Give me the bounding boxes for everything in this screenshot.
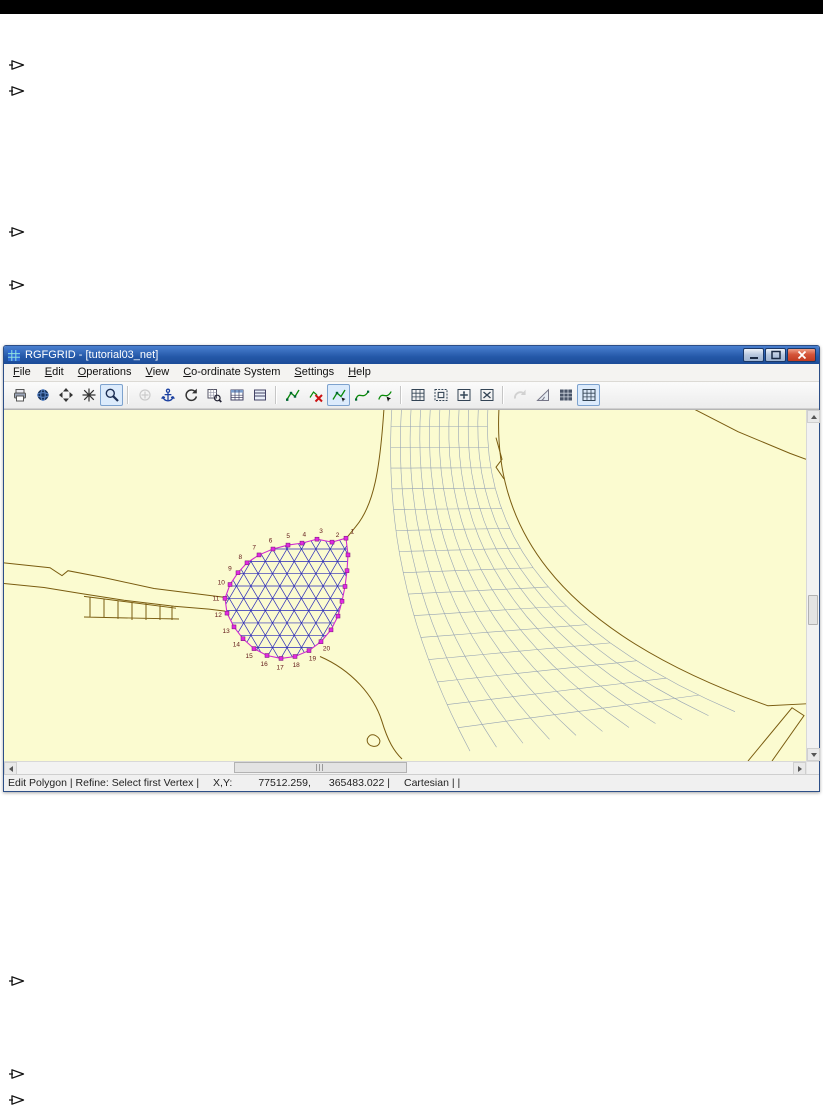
page-top-bar <box>0 0 823 14</box>
horizontal-scroll-thumb[interactable] <box>234 762 407 773</box>
arrow-bullet-icon <box>8 1067 25 1079</box>
grid-dark-icon[interactable] <box>554 384 577 406</box>
toolbar-separator <box>127 386 129 404</box>
svg-text:11: 11 <box>213 595 220 602</box>
svg-text:5: 5 <box>286 533 290 540</box>
app-icon <box>7 349 21 362</box>
undo-icon[interactable] <box>508 384 531 406</box>
down-triangle-icon <box>810 752 817 757</box>
left-triangle-icon <box>8 765 13 772</box>
grid-icon[interactable] <box>406 384 429 406</box>
svg-text:18: 18 <box>293 662 301 669</box>
svg-text:8: 8 <box>238 554 242 561</box>
maximize-button[interactable] <box>765 348 786 362</box>
svg-text:16: 16 <box>260 661 268 668</box>
protractor-icon[interactable] <box>531 384 554 406</box>
svg-text:6: 6 <box>269 537 273 544</box>
arrow-bullet-icon <box>8 974 25 986</box>
anchor-icon[interactable] <box>156 384 179 406</box>
grid-view-icon[interactable] <box>577 384 600 406</box>
zoom-grid-icon[interactable] <box>202 384 225 406</box>
center-point-icon[interactable] <box>133 384 156 406</box>
spline-icon[interactable] <box>350 384 373 406</box>
arrow-bullet-icon <box>8 1093 25 1105</box>
zoom-extent-icon[interactable] <box>54 384 77 406</box>
polyline-delete-icon[interactable] <box>304 384 327 406</box>
bottom-scroll-row <box>4 761 819 775</box>
map-canvas[interactable]: 1 2 3 4 5 6 7 8 9 10 11 12 13 14 15 16 17 18 19 20 <box>4 410 806 761</box>
print-icon[interactable] <box>8 384 31 406</box>
status-xy-label: X,Y: <box>213 777 233 789</box>
svg-text:14: 14 <box>233 642 241 649</box>
toolbar-separator <box>400 386 402 404</box>
svg-text:2: 2 <box>336 532 340 539</box>
up-triangle-icon <box>810 414 817 419</box>
menu-co-ordinate-system[interactable]: Co-ordinate System <box>176 365 287 380</box>
status-mode: Edit Polygon | Refine: Select first Vert… <box>8 777 200 789</box>
svg-text:7: 7 <box>252 544 256 551</box>
status-bar: Edit Polygon | Refine: Select first Vert… <box>4 774 819 791</box>
svg-text:12: 12 <box>215 612 223 619</box>
map-drawing[interactable]: 12345678910111213141516 17 181920 <box>4 410 806 761</box>
vertical-scroll-track[interactable] <box>807 423 819 748</box>
polyline-icon[interactable] <box>281 384 304 406</box>
canvas-background <box>4 410 806 761</box>
arrow-bullet-icon <box>8 278 25 290</box>
status-x-value: 77512.259, <box>258 777 311 789</box>
toolbar <box>4 382 819 409</box>
app-window: RGFGRID - [tutorial03_net] File Edit Opera… <box>3 345 820 792</box>
menu-bar: File Edit Operations View Co-ordinate System… <box>4 364 819 382</box>
table-icon[interactable] <box>225 384 248 406</box>
window-buttons <box>743 348 816 362</box>
menu-operations[interactable]: Operations <box>71 365 139 380</box>
svg-text:9: 9 <box>228 566 232 573</box>
vertical-scrollbar[interactable] <box>806 410 820 761</box>
right-triangle-icon <box>797 765 802 772</box>
svg-text:1: 1 <box>350 529 354 536</box>
grid-expand-icon[interactable] <box>452 384 475 406</box>
layers-icon[interactable] <box>248 384 271 406</box>
close-button[interactable] <box>787 348 816 362</box>
svg-text:15: 15 <box>245 653 253 660</box>
arrow-bullet-icon <box>8 84 25 96</box>
horizontal-scrollbar[interactable] <box>4 761 806 775</box>
globe-icon[interactable] <box>31 384 54 406</box>
svg-text:13: 13 <box>222 628 230 635</box>
polygon-edit-icon[interactable] <box>327 384 350 406</box>
menu-edit[interactable]: Edit <box>38 365 71 380</box>
svg-text:19: 19 <box>309 656 317 663</box>
scrollbar-corner <box>806 761 819 774</box>
minimize-button[interactable] <box>743 348 764 362</box>
title-bar[interactable]: RGFGRID - [tutorial03_net] <box>4 346 819 364</box>
zoom-box-icon[interactable] <box>77 384 100 406</box>
content-area: 1 2 3 4 5 6 7 8 9 10 11 12 13 14 15 16 17 18 19 20 <box>4 409 820 761</box>
zoom-icon[interactable] <box>100 384 123 406</box>
menu-file[interactable]: File <box>6 365 38 380</box>
svg-text:20: 20 <box>323 646 331 653</box>
menu-help[interactable]: Help <box>341 365 378 380</box>
vertical-scroll-thumb[interactable] <box>808 595 818 626</box>
status-coordinate-system: Cartesian | | <box>404 777 461 789</box>
toolbar-separator <box>502 386 504 404</box>
thumb-grip-icon <box>316 764 326 771</box>
menu-settings[interactable]: Settings <box>287 365 341 380</box>
grid-block-icon[interactable] <box>475 384 498 406</box>
svg-text:17: 17 <box>276 664 284 671</box>
scroll-down-arrow[interactable] <box>807 748 820 761</box>
status-y-value: 365483.022 | <box>328 777 390 789</box>
window-title: RGFGRID - [tutorial03_net] <box>25 349 159 361</box>
menu-view[interactable]: View <box>139 365 177 380</box>
svg-text:3: 3 <box>319 528 323 535</box>
scroll-up-arrow[interactable] <box>807 410 820 423</box>
arrow-bullet-icon <box>8 58 25 70</box>
refresh-icon[interactable] <box>179 384 202 406</box>
spline-edit-icon[interactable] <box>373 384 396 406</box>
svg-text:4: 4 <box>302 532 306 539</box>
svg-text:10: 10 <box>218 579 226 586</box>
grid-cell-icon[interactable] <box>429 384 452 406</box>
arrow-bullet-icon <box>8 225 25 237</box>
toolbar-separator <box>275 386 277 404</box>
horizontal-scroll-track[interactable] <box>17 762 793 774</box>
